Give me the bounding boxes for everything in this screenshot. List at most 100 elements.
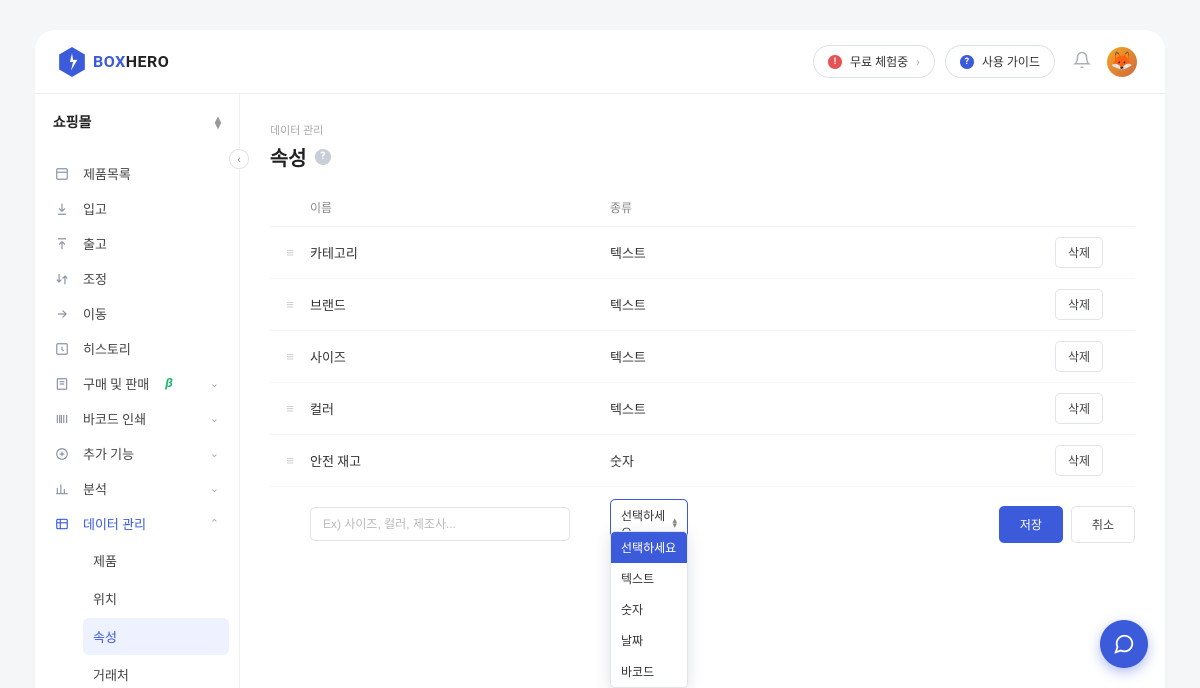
table-row: ≡ 컬러 텍스트 삭제 (270, 383, 1135, 435)
sidebar-item-label: 입고 (83, 199, 107, 218)
chevron-updown-icon: ▴▾ (215, 116, 221, 128)
sidebar-item-move[interactable]: 이동 (45, 296, 229, 331)
barcode-icon (55, 412, 69, 426)
chevron-down-icon: ⌄ (210, 447, 219, 460)
collapse-sidebar-button[interactable]: ‹ (229, 149, 249, 169)
table-row: ≡ 안전 재고 숫자 삭제 (270, 435, 1135, 487)
database-icon (55, 517, 69, 531)
sidebar-sub-attribute[interactable]: 속성 (83, 618, 229, 655)
swap-icon (55, 272, 69, 286)
col-name: 이름 (310, 199, 610, 216)
attribute-table: 이름 종류 ≡ 카테고리 텍스트 삭제 ≡ 브랜드 텍스트 삭제 ≡ (270, 189, 1135, 561)
main-content: 데이터 관리 속성 ? 이름 종류 ≡ 카테고리 텍스트 삭제 (240, 94, 1165, 688)
sidebar-item-addons[interactable]: 추가 기능 ⌄ (45, 436, 229, 471)
dropdown-option-placeholder[interactable]: 선택하세요 (611, 532, 687, 563)
sidebar-item-purchase-sales[interactable]: 구매 및 판매 β ⌄ (45, 366, 229, 401)
sidebar: 쇼핑몰 ▴▾ 제품목록 입고 출고 (35, 94, 240, 688)
help-icon[interactable]: ? (315, 149, 331, 165)
delete-button[interactable]: 삭제 (1055, 237, 1103, 268)
drag-handle-icon[interactable]: ≡ (270, 401, 310, 417)
sidebar-item-label: 분석 (83, 479, 107, 498)
sidebar-item-data-mgmt[interactable]: 데이터 관리 ⌃ (45, 506, 229, 541)
chevron-down-icon: ⌄ (210, 482, 219, 495)
guide-button[interactable]: ? 사용 가이드 (945, 45, 1055, 78)
download-icon (55, 202, 69, 216)
attr-name: 사이즈 (310, 347, 610, 366)
alert-icon: ! (828, 55, 842, 69)
chart-icon (55, 482, 69, 496)
sidebar-item-analytics[interactable]: 분석 ⌄ (45, 471, 229, 506)
logo[interactable]: BOXHERO (59, 47, 169, 77)
attr-name: 컬러 (310, 399, 610, 418)
arrow-right-icon (55, 307, 69, 321)
table-row: ≡ 브랜드 텍스트 삭제 (270, 279, 1135, 331)
dropdown-option-barcode[interactable]: 바코드 (611, 656, 687, 687)
chevron-right-icon: › (916, 55, 920, 69)
sidebar-item-outbound[interactable]: 출고 (45, 226, 229, 261)
bell-icon[interactable] (1073, 51, 1091, 73)
sidebar-item-products[interactable]: 제품목록 (45, 156, 229, 191)
dropdown-option-number[interactable]: 숫자 (611, 594, 687, 625)
dropdown-option-date[interactable]: 날짜 (611, 625, 687, 656)
receipt-icon (55, 377, 69, 391)
sidebar-item-label: 데이터 관리 (83, 514, 146, 533)
upload-icon (55, 237, 69, 251)
drag-handle-icon[interactable]: ≡ (270, 453, 310, 469)
clock-icon (55, 342, 69, 356)
trial-button[interactable]: ! 무료 체험중 › (813, 45, 935, 78)
attribute-name-input[interactable] (310, 507, 570, 541)
attr-type: 텍스트 (610, 347, 1055, 366)
attr-type: 숫자 (610, 451, 1055, 470)
sidebar-item-inbound[interactable]: 입고 (45, 191, 229, 226)
delete-button[interactable]: 삭제 (1055, 393, 1103, 424)
sidebar-item-label: 바코드 인쇄 (83, 409, 146, 428)
plus-icon (55, 447, 69, 461)
breadcrumb: 데이터 관리 (270, 122, 1135, 138)
sidebar-item-label: 구매 및 판매 (83, 374, 149, 393)
logo-icon (59, 47, 85, 77)
save-button[interactable]: 저장 (999, 506, 1063, 543)
sidebar-item-label: 조정 (83, 269, 107, 288)
chevron-down-icon: ⌄ (210, 377, 219, 390)
drag-handle-icon[interactable]: ≡ (270, 297, 310, 313)
sidebar-item-history[interactable]: 히스토리 (45, 331, 229, 366)
beta-badge: β (165, 376, 173, 391)
sidebar-sub-partner[interactable]: 거래처 (83, 656, 229, 688)
attr-name: 브랜드 (310, 295, 610, 314)
sidebar-sub-product[interactable]: 제품 (83, 542, 229, 579)
sidebar-item-label: 히스토리 (83, 339, 131, 358)
trial-label: 무료 체험중 (850, 53, 908, 70)
col-type: 종류 (610, 199, 1055, 216)
cancel-button[interactable]: 취소 (1071, 506, 1135, 543)
avatar[interactable]: 🦊 (1107, 47, 1137, 77)
attr-name: 카테고리 (310, 243, 610, 262)
team-switcher[interactable]: 쇼핑몰 ▴▾ (35, 94, 239, 148)
attr-type: 텍스트 (610, 295, 1055, 314)
page-title: 속성 ? (270, 142, 1135, 171)
sidebar-item-label: 이동 (83, 304, 107, 323)
sidebar-item-label: 출고 (83, 234, 107, 253)
table-header: 이름 종류 (270, 189, 1135, 227)
table-row: ≡ 카테고리 텍스트 삭제 (270, 227, 1135, 279)
box-icon (55, 167, 69, 181)
chat-fab[interactable] (1100, 620, 1148, 668)
chevron-updown-icon: ▴▾ (672, 519, 677, 529)
chevron-down-icon: ⌄ (210, 412, 219, 425)
type-dropdown: 선택하세요 텍스트 숫자 날짜 바코드 (610, 531, 688, 688)
dropdown-option-text[interactable]: 텍스트 (611, 563, 687, 594)
attr-name: 안전 재고 (310, 451, 610, 470)
app-header: BOXHERO ! 무료 체험중 › ? 사용 가이드 🦊 (35, 30, 1165, 94)
sidebar-item-label: 추가 기능 (83, 444, 134, 463)
drag-handle-icon[interactable]: ≡ (270, 349, 310, 365)
drag-handle-icon[interactable]: ≡ (270, 245, 310, 261)
delete-button[interactable]: 삭제 (1055, 445, 1103, 476)
delete-button[interactable]: 삭제 (1055, 289, 1103, 320)
sidebar-sub-location[interactable]: 위치 (83, 580, 229, 617)
table-row: ≡ 사이즈 텍스트 삭제 (270, 331, 1135, 383)
sidebar-item-adjust[interactable]: 조정 (45, 261, 229, 296)
delete-button[interactable]: 삭제 (1055, 341, 1103, 372)
add-row: 선택하세요 ▴▾ 선택하세요 텍스트 숫자 날짜 바코드 (270, 487, 1135, 561)
sidebar-item-barcode[interactable]: 바코드 인쇄 ⌄ (45, 401, 229, 436)
sidebar-item-label: 제품목록 (83, 164, 131, 183)
chevron-up-icon: ⌃ (210, 517, 219, 530)
